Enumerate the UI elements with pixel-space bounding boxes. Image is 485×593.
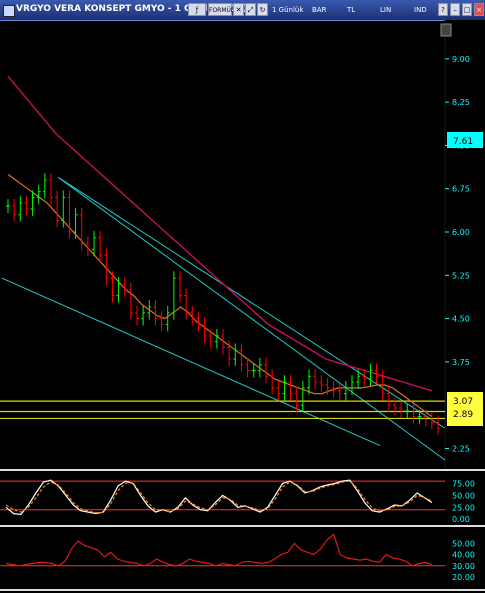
window-icon <box>3 5 15 17</box>
level-label-2: 2.89 <box>453 410 473 420</box>
scale-selector[interactable]: LIN <box>380 4 391 16</box>
oscillator-tick-1: 50.00 <box>452 491 475 500</box>
rsi-tick-1: 40.00 <box>452 551 475 560</box>
price-tick-1: 8.25 <box>452 98 470 107</box>
rsi-tick-3: 20.00 <box>452 573 475 582</box>
rsi-panel <box>0 533 445 567</box>
oscillator-tick-0: 75.00 <box>452 480 475 489</box>
formula-button[interactable]: FORMÜLA <box>208 3 239 16</box>
indicator-selector[interactable]: IND <box>414 4 427 16</box>
oscillator-panel <box>0 479 445 516</box>
price-tick-0: 9.00 <box>452 55 470 64</box>
zoom-icon[interactable]: ⤢ <box>245 3 256 16</box>
scroll-up-button[interactable] <box>440 23 452 37</box>
oscillator-tick-labels: 75.00 50.00 25.00 0.00 <box>452 480 475 525</box>
title-bar: VRGYO VERA KONSEPT GMYO - 1 Günlük (.1d)… <box>0 0 485 21</box>
price-tick-4: 6.00 <box>452 228 470 237</box>
chart-area[interactable]: 9.008.257.506.756.005.254.503.752.25 7.6… <box>0 20 485 593</box>
minimize-icon[interactable]: – <box>450 3 460 16</box>
ma-long-line <box>7 75 433 392</box>
rsi-tick-2: 30.00 <box>452 562 475 571</box>
inner-channel-line <box>57 176 446 429</box>
rsi-line <box>5 533 433 567</box>
rsi-tick-labels: 50.00 40.00 30.00 20.00 <box>452 539 475 582</box>
oscillator-d-line <box>5 480 433 514</box>
period-selector[interactable]: 1 Günlük <box>272 4 303 16</box>
refresh-icon[interactable]: ↻ <box>257 3 268 16</box>
lower-channel-line <box>1 277 381 447</box>
help-icon[interactable]: ? <box>438 3 448 16</box>
close-icon[interactable]: × <box>474 3 484 16</box>
oscillator-tick-2: 25.00 <box>452 503 475 512</box>
maximize-icon[interactable]: □ <box>462 3 472 16</box>
draw-tool-icon[interactable]: ✕ <box>233 3 244 16</box>
price-tick-6: 4.50 <box>452 315 470 324</box>
price-panel <box>0 75 446 461</box>
price-tick-5: 5.25 <box>452 271 470 280</box>
price-tick-7: 3.75 <box>452 358 470 367</box>
oscillator-tick-3: 0.00 <box>452 515 470 524</box>
level-label-1: 3.07 <box>453 397 473 407</box>
upper-channel-line <box>57 176 446 461</box>
chart-type-selector[interactable]: BAR <box>312 4 326 16</box>
current-price-label: 7.61 <box>453 137 473 147</box>
indicator-icon[interactable]: ƒ <box>188 3 206 16</box>
price-tick-3: 6.75 <box>452 185 470 194</box>
currency-selector[interactable]: TL <box>347 4 355 16</box>
rsi-tick-0: 50.00 <box>452 539 475 548</box>
price-tick-8: 2.25 <box>452 444 470 453</box>
